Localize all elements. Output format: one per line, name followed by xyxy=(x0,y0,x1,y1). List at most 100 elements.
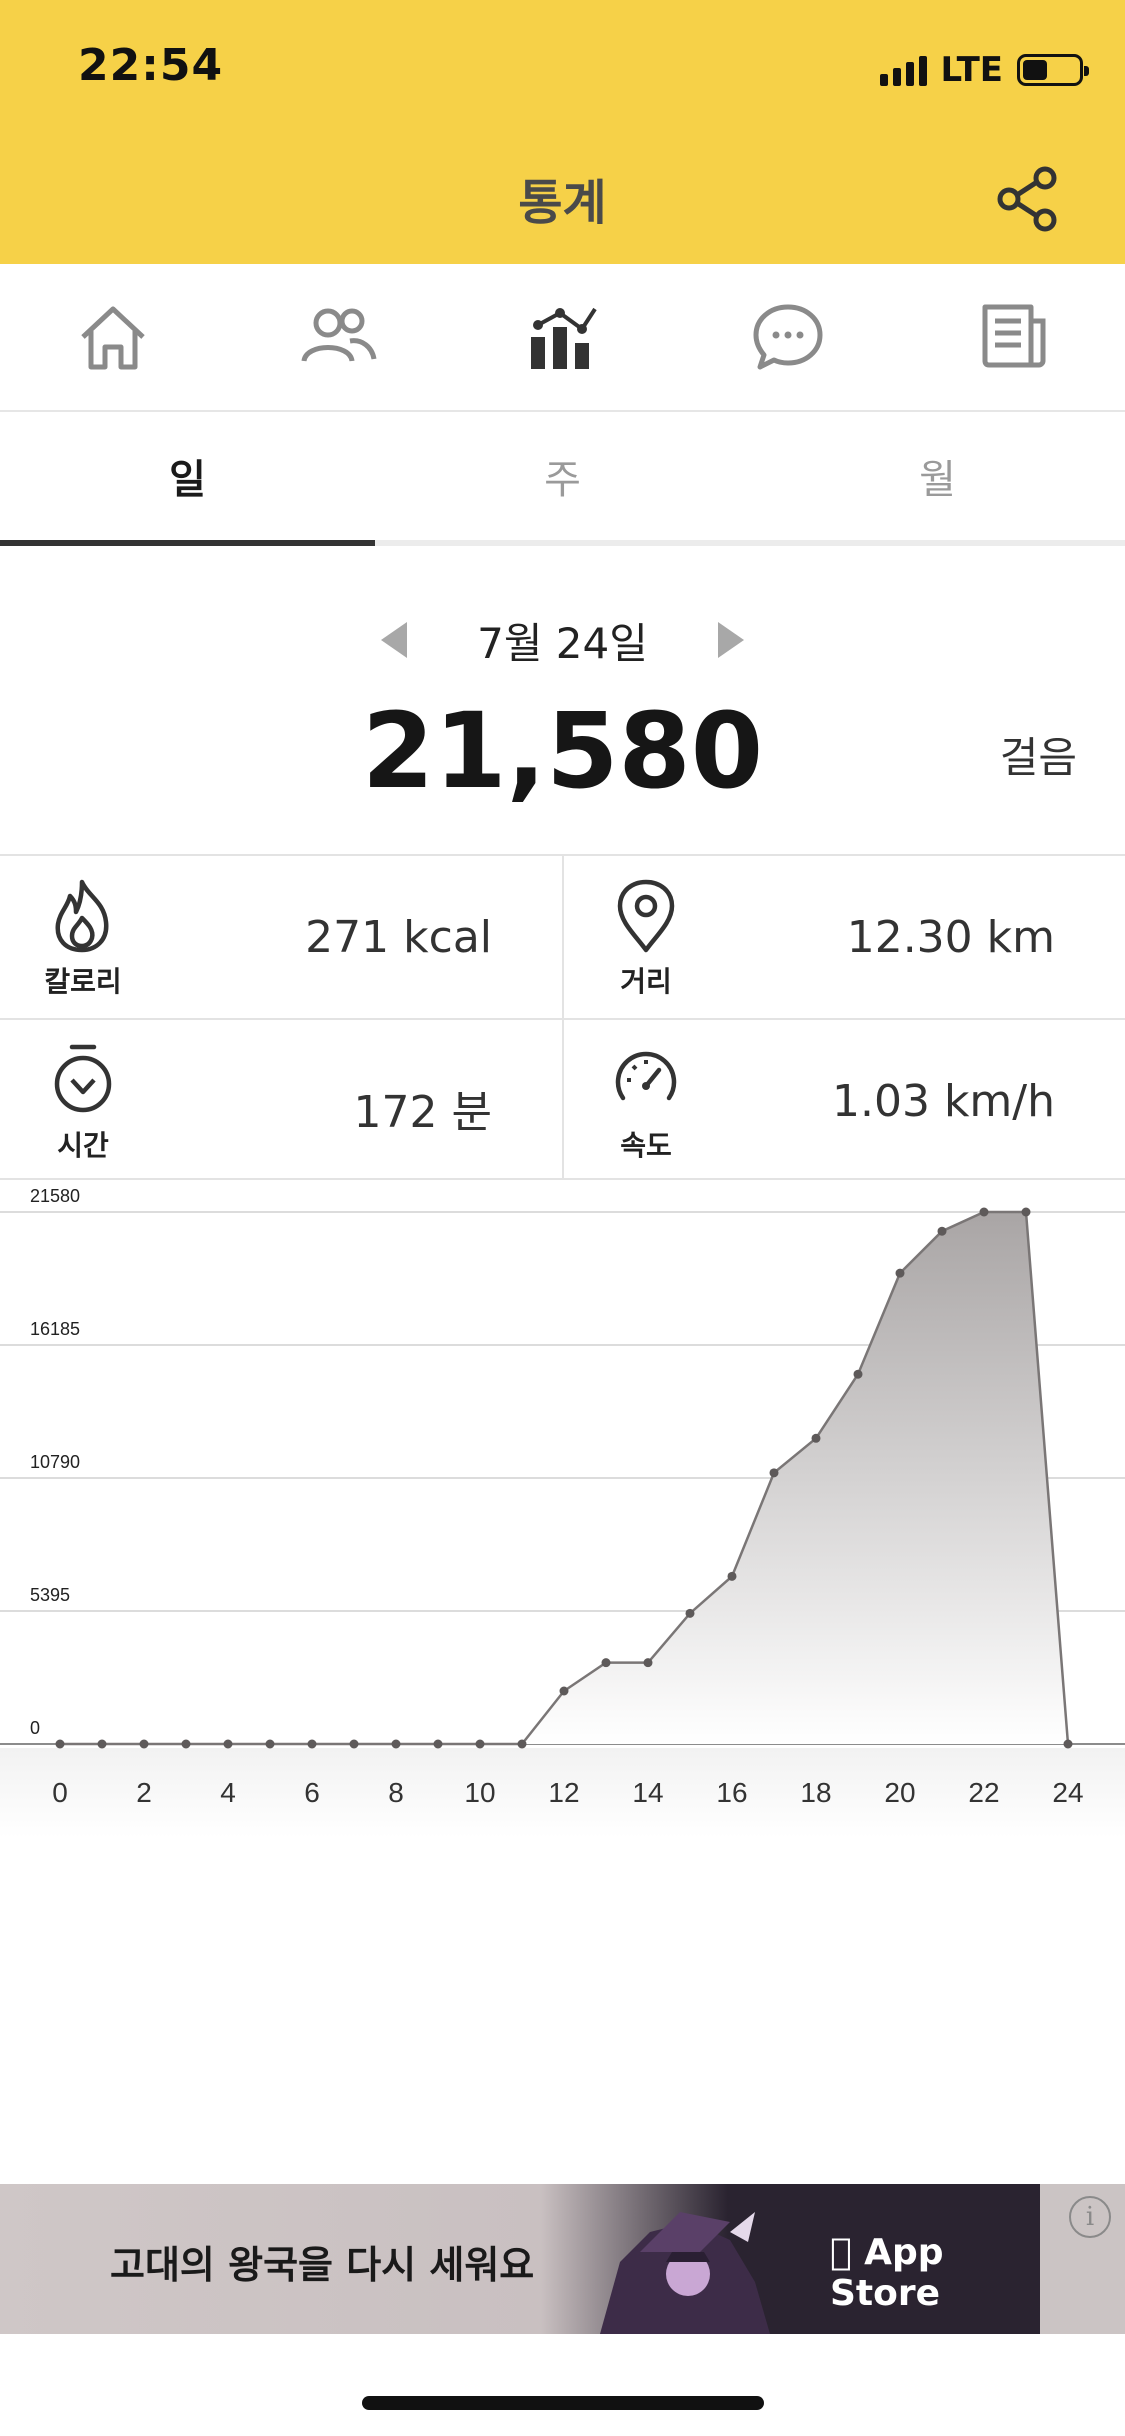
game-character-icon xyxy=(600,2212,770,2334)
y-tick-label: 10790 xyxy=(30,1452,80,1472)
stat-time: 시간 172 분 xyxy=(0,1020,562,1182)
steps-area-chart: 05395107901618521580 0 2 4 6 8 10 12 14 16 18 20 22… xyxy=(0,1186,1125,1838)
apple-logo-icon:  xyxy=(830,2232,852,2273)
stat-label: 시간 xyxy=(57,1129,109,1162)
tab-month[interactable]: 월 xyxy=(750,412,1125,540)
stats-grid: 칼로리 271 kcal 거리 12.30 km 시간 172 분 속도 1.0… xyxy=(0,854,1125,1180)
data-point xyxy=(1021,1207,1031,1217)
data-point xyxy=(349,1739,359,1749)
status-time: 22:54 xyxy=(78,40,224,91)
nav-stats[interactable] xyxy=(450,264,675,410)
steps-total: 21,580 xyxy=(361,690,764,812)
stat-value: 1.03 km/h xyxy=(831,1076,1055,1127)
ad-creative[interactable]: 고대의 왕국을 다시 세워요  App Store xyxy=(0,2184,1040,2334)
home-icon xyxy=(80,306,145,370)
next-day-arrow-icon[interactable] xyxy=(717,622,744,658)
icon-nav xyxy=(0,264,1125,412)
data-point xyxy=(979,1207,989,1217)
location-pin-icon xyxy=(603,878,689,958)
data-point xyxy=(223,1739,233,1749)
data-point xyxy=(433,1739,443,1749)
ad-headline: 고대의 왕국을 다시 세워요 xyxy=(110,2243,535,2287)
newspaper-icon xyxy=(982,304,1045,368)
x-tick-label: 4 xyxy=(220,1777,236,1808)
data-point xyxy=(97,1739,107,1749)
x-tick-label: 10 xyxy=(464,1777,495,1808)
tab-day[interactable]: 일 xyxy=(0,412,375,546)
x-tick-label: 6 xyxy=(304,1777,320,1808)
people-icon xyxy=(301,308,376,362)
x-tick-label: 14 xyxy=(632,1777,663,1808)
x-tick-label: 22 xyxy=(968,1777,999,1808)
data-point xyxy=(937,1226,947,1236)
stat-distance: 거리 12.30 km xyxy=(563,856,1125,1018)
x-tick-label: 12 xyxy=(548,1777,579,1808)
data-point xyxy=(769,1468,779,1478)
app-store-badge[interactable]:  App Store xyxy=(830,2232,1040,2314)
date-label: 7월 24일 xyxy=(477,618,648,668)
battery-icon xyxy=(1017,54,1089,86)
tab-week[interactable]: 주 xyxy=(375,412,750,540)
data-point xyxy=(559,1686,569,1696)
data-point xyxy=(181,1739,191,1749)
data-point xyxy=(643,1658,653,1668)
x-tick-label: 18 xyxy=(800,1777,831,1808)
ad-info-icon[interactable]: i xyxy=(1069,2196,1111,2238)
previous-day-arrow-icon[interactable] xyxy=(381,622,408,658)
speedometer-icon xyxy=(603,1042,689,1122)
x-tick-label: 16 xyxy=(716,1777,747,1808)
period-tabs: 일 주 월 xyxy=(0,412,1125,546)
data-point xyxy=(895,1268,905,1278)
data-point xyxy=(307,1739,317,1749)
y-tick-label: 5395 xyxy=(30,1585,70,1605)
x-tick-label: 0 xyxy=(52,1777,68,1808)
home-indicator xyxy=(362,2396,764,2410)
data-point xyxy=(727,1571,737,1581)
stat-label: 칼로리 xyxy=(44,965,122,998)
header-bar: 22:54 LTE 통계 xyxy=(0,0,1125,264)
data-point xyxy=(811,1433,821,1443)
network-label: LTE xyxy=(940,50,1003,90)
status-indicators: LTE xyxy=(879,50,1089,90)
nav-chat[interactable] xyxy=(675,264,900,410)
data-point xyxy=(1063,1739,1073,1749)
steps-unit: 걸음 xyxy=(999,733,1077,782)
stat-label: 거리 xyxy=(620,965,672,998)
ad-banner[interactable]: 고대의 왕국을 다시 세워요  App Store i xyxy=(0,2184,1125,2334)
bar-chart-icon xyxy=(530,307,597,369)
data-point xyxy=(853,1369,863,1379)
x-tick-label: 24 xyxy=(1052,1777,1083,1808)
stopwatch-icon xyxy=(40,1042,126,1122)
data-point xyxy=(475,1739,485,1749)
stat-value: 12.30 km xyxy=(846,912,1055,963)
y-tick-label: 21580 xyxy=(30,1186,80,1206)
data-point xyxy=(601,1658,611,1668)
data-point xyxy=(685,1608,695,1618)
x-tick-label: 20 xyxy=(884,1777,915,1808)
data-point xyxy=(391,1739,401,1749)
date-selector: 7월 24일 xyxy=(0,600,1125,680)
data-point xyxy=(265,1739,275,1749)
page-title: 통계 xyxy=(518,175,607,231)
nav-home[interactable] xyxy=(0,264,225,410)
x-tick-label: 2 xyxy=(136,1777,152,1808)
y-tick-label: 0 xyxy=(30,1718,40,1738)
stat-value: 172 분 xyxy=(353,1087,492,1138)
chat-bubble-icon xyxy=(753,304,822,370)
stat-calories: 칼로리 271 kcal xyxy=(0,856,562,1018)
data-point xyxy=(55,1739,65,1749)
flame-icon xyxy=(40,878,126,958)
y-tick-label: 16185 xyxy=(30,1319,80,1339)
steps-chart: 0 5395 10790 16185 21580 0 2 4 6 8 10 12 14 16 18 20 22… xyxy=(0,1180,1125,1840)
signal-icon xyxy=(879,54,927,86)
stat-label: 속도 xyxy=(620,1129,672,1162)
nav-friends[interactable] xyxy=(225,264,450,410)
data-point xyxy=(517,1739,527,1749)
stat-speed: 속도 1.03 km/h xyxy=(563,1020,1125,1182)
data-point xyxy=(139,1739,149,1749)
x-tick-label: 8 xyxy=(388,1777,404,1808)
stat-value: 271 kcal xyxy=(305,912,492,963)
nav-news[interactable] xyxy=(900,264,1125,410)
share-button[interactable] xyxy=(993,164,1063,234)
share-icon xyxy=(997,166,1057,232)
